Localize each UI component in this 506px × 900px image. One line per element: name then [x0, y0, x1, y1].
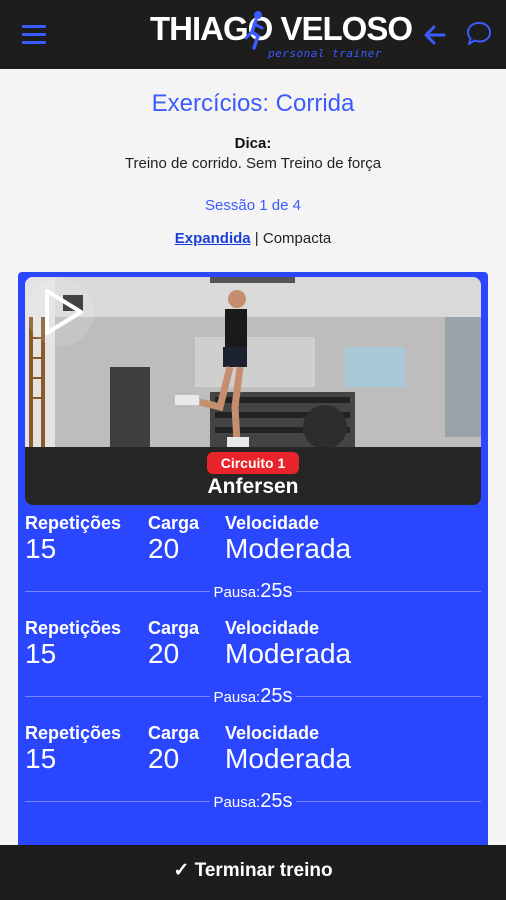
tip-label: Dica:: [234, 135, 272, 152]
brand-logo: THIAGO VELOSO personal trainer: [150, 8, 413, 66]
circuit-badge: Circuito 1: [207, 452, 299, 474]
set-row: Repetições Carga Velocidade 15 20 Modera…: [18, 513, 488, 613]
speed-value: Moderada: [225, 638, 352, 669]
hamburger-menu-icon[interactable]: [22, 25, 46, 45]
load-label: Carga: [148, 513, 200, 533]
reps-value: 15: [25, 743, 57, 774]
exercise-card: Circuito 1 Anfersen Repetições Carga Vel…: [18, 272, 488, 862]
load-value: 20: [148, 533, 180, 564]
view-compact-link[interactable]: Compacta: [263, 230, 331, 247]
top-app-bar: THIAGO VELOSO personal trainer: [0, 0, 506, 69]
chat-bubble-icon[interactable]: [465, 20, 493, 48]
set-row: Repetições Carga Velocidade 15 20 Modera…: [18, 618, 488, 718]
load-label: Carga: [148, 618, 200, 638]
reps-label: Repetições: [25, 513, 122, 533]
load-value: 20: [148, 638, 180, 669]
exercise-video[interactable]: Circuito 1 Anfersen: [25, 277, 481, 505]
session-indicator: Sessão 1 de 4: [205, 197, 301, 214]
view-separator: |: [250, 230, 263, 247]
pause-value: 25s: [260, 790, 297, 812]
reps-label: Repetições: [25, 723, 122, 743]
pause-value: 25s: [260, 580, 297, 602]
logo-subtitle: personal trainer: [268, 47, 382, 60]
reps-value: 15: [25, 533, 57, 564]
page-title: Exercícios: Corrida: [151, 90, 355, 117]
pause-info: Pausa:25s: [18, 790, 488, 813]
speed-value: Moderada: [225, 533, 352, 564]
load-label: Carga: [148, 723, 200, 743]
pause-info: Pausa:25s: [18, 580, 488, 603]
exercise-name: Anfersen: [207, 475, 299, 498]
play-icon[interactable]: [25, 277, 95, 347]
arrow-left-icon[interactable]: [422, 22, 448, 48]
pause-info: Pausa:25s: [18, 685, 488, 708]
runner-logo-icon: [244, 11, 264, 50]
pause-label: Pausa:: [209, 794, 261, 811]
view-mode-toggle: Expandida | Compacta: [0, 230, 506, 247]
pause-label: Pausa:: [209, 584, 261, 601]
set-row: Repetições Carga Velocidade 15 20 Modera…: [18, 723, 488, 823]
pause-value: 25s: [260, 685, 297, 707]
speed-label: Velocidade: [225, 513, 320, 533]
speed-value: Moderada: [225, 743, 352, 774]
pause-label: Pausa:: [209, 689, 261, 706]
reps-label: Repetições: [25, 618, 122, 638]
reps-value: 15: [25, 638, 57, 669]
view-expanded-link[interactable]: Expandida: [175, 230, 251, 247]
tip-text: Treino de corrido. Sem Treino de força: [124, 155, 382, 172]
speed-label: Velocidade: [225, 618, 320, 638]
speed-label: Velocidade: [225, 723, 320, 743]
load-value: 20: [148, 743, 180, 774]
finish-workout-button[interactable]: ✓ Terminar treino: [0, 845, 506, 900]
